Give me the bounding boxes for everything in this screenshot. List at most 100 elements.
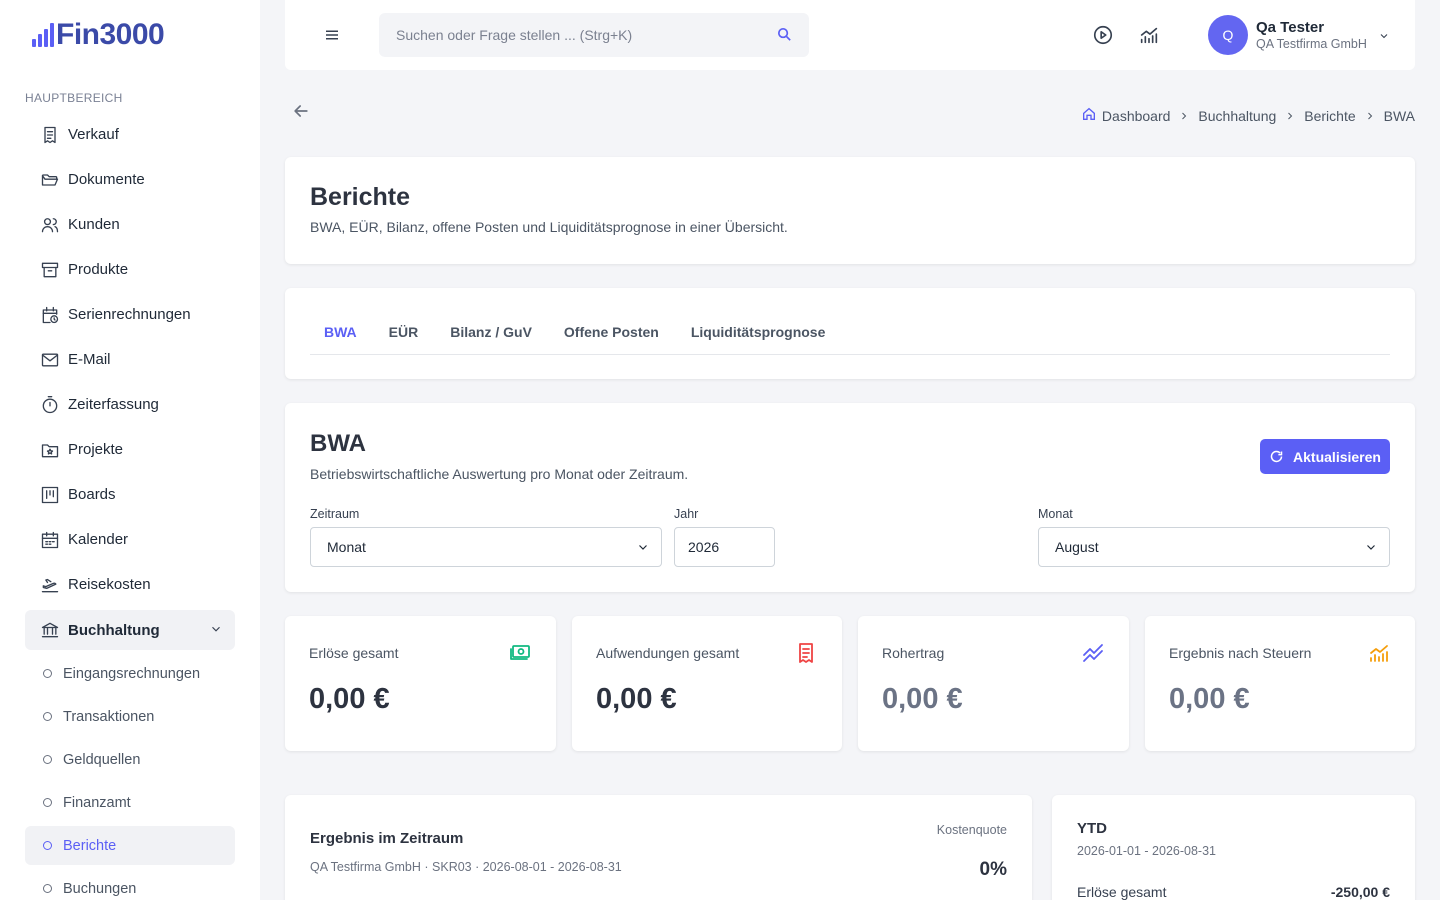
tab-offene-posten[interactable]: Offene Posten	[548, 312, 675, 355]
jahr-input[interactable]: 2026	[674, 527, 775, 567]
sidebar-subitem-buchungen[interactable]: Buchungen	[25, 867, 235, 900]
sidebar-subitem-label: Eingangsrechnungen	[63, 665, 201, 682]
receipt-icon	[794, 641, 818, 665]
search-input[interactable]	[396, 27, 756, 43]
circle-bullet-icon	[43, 841, 52, 850]
play-circle-icon[interactable]	[1092, 24, 1114, 46]
ytd-row-label: Erlöse gesamt	[1077, 884, 1167, 900]
zeitraum-label: Zeitraum	[310, 507, 360, 521]
sidebar-item-serienrechnungen[interactable]: Serienrechnungen	[25, 292, 235, 337]
refresh-icon	[1270, 450, 1283, 463]
sidebar-item-label: Produkte	[68, 261, 129, 278]
breadcrumb-current: BWA	[1383, 107, 1415, 124]
mail-icon	[40, 350, 60, 370]
sidebar-item-zeiterfassung[interactable]: Zeiterfassung	[25, 382, 235, 427]
circle-bullet-icon	[43, 755, 52, 764]
zeitraum-select[interactable]: Monat	[310, 527, 662, 567]
stopwatch-icon	[40, 395, 60, 415]
sidebar-nav: Verkauf Dokumente Kunden Produkte Serien…	[25, 112, 235, 900]
sidebar-subitem-transaktionen[interactable]: Transaktionen	[25, 695, 235, 738]
sidebar-subitem-label: Geldquellen	[63, 751, 141, 768]
app-logo[interactable]: Fin3000	[32, 18, 165, 52]
page-description: BWA, EÜR, Bilanz, offene Posten und Liqu…	[310, 219, 788, 235]
logo-bars-icon	[32, 23, 54, 47]
ytd-title: YTD	[1077, 820, 1107, 837]
user-name[interactable]: Qa Tester	[1256, 19, 1324, 36]
sidebar-subitem-eingangsrechnungen[interactable]: Eingangsrechnungen	[25, 652, 235, 695]
bank-icon	[40, 620, 60, 640]
monat-select[interactable]: August	[1038, 527, 1390, 567]
chevron-down-icon	[1367, 545, 1375, 550]
users-icon	[40, 215, 60, 235]
sidebar-item-kalender[interactable]: Kalender	[25, 517, 235, 562]
refresh-button[interactable]: Aktualisieren	[1260, 439, 1390, 474]
kpi-label: Aufwendungen gesamt	[596, 645, 740, 661]
ytd-row-value: -250,00 €	[1330, 884, 1390, 900]
tab-euer[interactable]: EÜR	[373, 312, 435, 355]
chevron-right-icon	[1170, 107, 1198, 125]
kpi-card-ergebnis: Ergebnis nach Steuern 0,00 €	[1145, 616, 1415, 751]
breadcrumb-buchhaltung[interactable]: Buchhaltung	[1198, 108, 1276, 124]
avatar[interactable]: Q	[1208, 15, 1248, 55]
tabs-card: BWA EÜR Bilanz / GuV Offene Posten Liqui…	[285, 288, 1415, 379]
kanban-board-icon	[40, 485, 60, 505]
report-tabs: BWA EÜR Bilanz / GuV Offene Posten Liqui…	[310, 312, 1390, 355]
cost-ratio-value: 0%	[979, 859, 1007, 880]
sidebar-item-e-mail[interactable]: E-Mail	[25, 337, 235, 382]
sidebar-subitem-berichte[interactable]: Berichte	[25, 826, 235, 865]
breadcrumb-dashboard[interactable]: Dashboard	[1102, 108, 1171, 124]
sidebar-subitem-geldquellen[interactable]: Geldquellen	[25, 738, 235, 781]
ytd-range: 2026-01-01 - 2026-08-31	[1077, 844, 1216, 858]
chart-bars-icon	[1367, 641, 1391, 665]
cost-ratio-label: Kostenquote	[936, 823, 1007, 837]
sidebar-item-boards[interactable]: Boards	[25, 472, 235, 517]
sidebar-section-label: HAUPTBEREICH	[25, 91, 123, 105]
folder-star-icon	[40, 440, 60, 460]
kpi-value: 0,00 €	[882, 683, 963, 715]
banknote-icon	[508, 641, 532, 665]
sidebar-item-projekte[interactable]: Projekte	[25, 427, 235, 472]
hamburger-menu-icon[interactable]	[323, 26, 341, 44]
breadcrumb-berichte[interactable]: Berichte	[1304, 108, 1355, 124]
kpi-card-aufwendungen: Aufwendungen gesamt 0,00 €	[572, 616, 842, 751]
sidebar-submenu: Eingangsrechnungen Transaktionen Geldque…	[25, 652, 235, 900]
sidebar-item-dokumente[interactable]: Dokumente	[25, 157, 235, 202]
jahr-value: 2026	[688, 539, 720, 555]
kpi-label: Ergebnis nach Steuern	[1169, 645, 1312, 661]
bwa-filter-card: BWA Betriebswirtschaftliche Auswertung p…	[285, 403, 1415, 592]
sidebar-subitem-finanzamt[interactable]: Finanzamt	[25, 781, 235, 824]
circle-bullet-icon	[43, 884, 52, 893]
sidebar-item-verkauf[interactable]: Verkauf	[25, 112, 235, 157]
chevron-down-icon[interactable]	[1378, 29, 1390, 41]
tab-liquiditaetsprognose[interactable]: Liquiditätsprognose	[675, 312, 842, 355]
sidebar-item-reisekosten[interactable]: Reisekosten	[25, 562, 235, 607]
sidebar-item-label: Zeiterfassung	[68, 396, 159, 413]
trend-up-icon	[1081, 641, 1105, 665]
sidebar-item-produkte[interactable]: Produkte	[25, 247, 235, 292]
search-bar	[379, 13, 809, 57]
logo-text: Fin3000	[56, 18, 165, 51]
kpi-value: 0,00 €	[596, 683, 677, 715]
search-icon[interactable]	[776, 26, 793, 43]
kpi-card-erloese: Erlöse gesamt 0,00 €	[285, 616, 556, 751]
back-arrow-icon[interactable]	[291, 101, 311, 121]
kpi-value: 0,00 €	[309, 683, 390, 715]
sidebar-item-buchhaltung[interactable]: Buchhaltung	[25, 610, 235, 650]
circle-bullet-icon	[43, 798, 52, 807]
tab-bwa[interactable]: BWA	[310, 312, 373, 355]
section-description: Betriebswirtschaftliche Auswertung pro M…	[310, 466, 689, 482]
sidebar-item-label: Kunden	[68, 216, 120, 233]
sidebar-item-label: Reisekosten	[68, 576, 151, 593]
sidebar: Fin3000 HAUPTBEREICH Verkauf Dokumente K…	[0, 0, 260, 900]
jahr-label: Jahr	[674, 507, 699, 521]
sidebar-group-label: Buchhaltung	[68, 621, 160, 639]
analytics-icon[interactable]	[1138, 24, 1160, 46]
sidebar-item-kunden[interactable]: Kunden	[25, 202, 235, 247]
monat-value: August	[1055, 539, 1099, 555]
page-title: Berichte	[310, 183, 411, 211]
chevron-right-icon	[1356, 107, 1384, 125]
tab-bilanz-guv[interactable]: Bilanz / GuV	[434, 312, 548, 355]
sidebar-item-label: Kalender	[68, 531, 129, 548]
archive-box-icon	[40, 260, 60, 280]
sidebar-item-label: Verkauf	[68, 126, 119, 143]
